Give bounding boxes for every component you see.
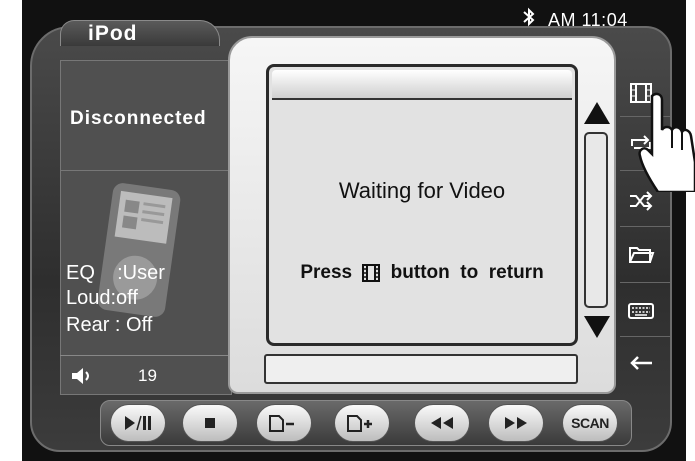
video-info-bar (264, 354, 578, 384)
rear-setting: Rear : Off (66, 314, 153, 336)
scroll-up-button[interactable] (582, 100, 612, 126)
rewind-button[interactable] (414, 404, 470, 442)
return-hint: Press button to return (266, 262, 578, 284)
stop-icon (205, 418, 215, 428)
page-down-button[interactable] (256, 404, 312, 442)
side-separator (620, 282, 670, 283)
loudness-setting: Loud:off (66, 287, 138, 309)
clock: AM 11:04 (548, 10, 628, 30)
page-minus-icon (269, 415, 294, 432)
page-up-button[interactable] (334, 404, 390, 442)
video-display[interactable] (266, 64, 578, 346)
pointing-hand-icon (638, 92, 695, 192)
eq-setting: EQ :User (66, 262, 165, 284)
stop-button[interactable] (182, 404, 238, 442)
side-separator (620, 226, 670, 227)
fast-forward-button[interactable] (488, 404, 544, 442)
scan-button[interactable]: SCAN (562, 404, 618, 442)
folder-button[interactable] (624, 238, 658, 272)
connection-status: Disconnected (70, 108, 207, 129)
waiting-message: Waiting for Video (338, 178, 506, 203)
fast-forward-icon (505, 417, 527, 429)
source-tab (60, 20, 220, 46)
hint-text-before: Press (300, 262, 353, 283)
side-separator (620, 336, 670, 337)
play-pause-button[interactable] (110, 404, 166, 442)
scan-label: SCAN (571, 415, 609, 431)
hint-text-after: button to return (390, 262, 544, 283)
video-title-bar (272, 70, 572, 100)
bluetooth-icon (523, 7, 535, 27)
scroll-down-button[interactable] (582, 314, 612, 340)
scrollbar-track[interactable] (584, 132, 608, 308)
film-icon (362, 264, 381, 282)
panel-divider (60, 355, 230, 356)
panel-divider (60, 170, 230, 171)
page-plus-icon (347, 415, 372, 432)
source-title: iPod (88, 22, 138, 45)
keyboard-button[interactable] (624, 294, 658, 328)
play-pause-icon (125, 415, 151, 431)
back-button[interactable] (624, 346, 658, 380)
speaker-icon (72, 368, 89, 384)
rewind-icon (431, 417, 453, 429)
volume-level: 19 (138, 366, 157, 385)
